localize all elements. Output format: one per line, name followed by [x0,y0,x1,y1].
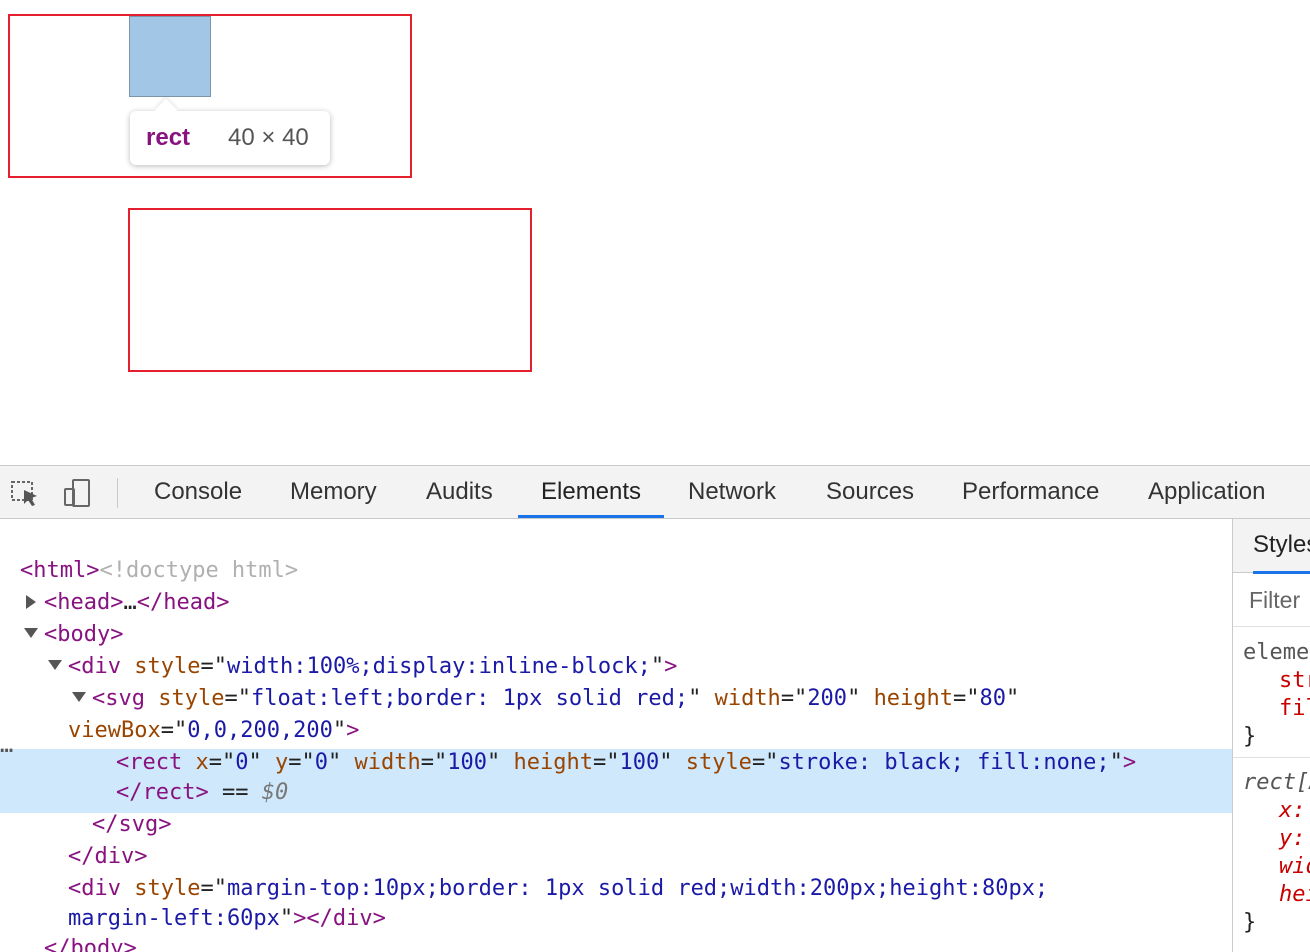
tab-console[interactable]: Console [131,466,265,518]
tab-sources[interactable]: Sources [803,466,937,518]
rect-prop-width[interactable]: width: 100px; [1279,853,1310,881]
tab-styles[interactable]: Styles [1253,519,1310,574]
tab-elements[interactable]: Elements [518,466,664,518]
element-style-prop-stroke[interactable]: stroke: black; [1279,667,1310,695]
collapse-body-icon[interactable] [24,628,38,638]
filter-placeholder: Filter [1249,587,1301,613]
dom-line-div1[interactable]: <div style="width:100%;display:inline-bl… [68,651,677,683]
dom-line-svg-cont[interactable]: viewBox="0,0,200,200"> [68,715,359,747]
tab-audits[interactable]: Audits [403,466,516,518]
element-style-prop-fill[interactable]: fill: none; [1279,695,1310,723]
doctype-text: <!doctype html> [99,558,299,583]
tab-network[interactable]: Network [665,466,799,518]
rect-attributes-selector: rect[Attributes Style] { [1243,770,1310,795]
dom-line-rect-selected[interactable]: <rect x="0" y="0" width="100" height="10… [116,747,1136,779]
div-bordered-box [128,208,532,372]
dom-line-rect-close[interactable]: </rect> == $0 [116,777,288,809]
dom-line-body-close[interactable]: </body> [44,933,137,952]
device-toolbar-icon[interactable] [62,478,92,508]
element-style-close-brace: } [1243,724,1257,749]
rect-close-brace: } [1243,910,1257,935]
styles-separator [1233,757,1310,758]
element-style-selector: element.style { [1243,640,1310,665]
page-viewport: rect 40 × 40 [0,0,1310,465]
node-menu-ellipsis[interactable]: … [0,733,13,758]
rect-prop-x[interactable]: x: 0px; [1279,797,1310,825]
inspect-element-icon[interactable] [10,478,40,508]
tab-memory[interactable]: Memory [267,466,400,518]
inspected-rect-highlight [129,16,211,97]
tab-application[interactable]: Application [1125,466,1288,518]
tag-html: html [33,558,87,583]
dom-line-head[interactable]: <head>…</head> [44,587,229,619]
tab-performance[interactable]: Performance [939,466,1122,518]
console-ref: $0 [261,780,289,805]
tooltip-tag-name: rect [146,124,191,151]
dom-line-svg[interactable]: <svg style="float:left;border: 1px solid… [92,683,1019,715]
element-tooltip: rect 40 × 40 [130,98,330,165]
rect-prop-height[interactable]: height: 100px; [1279,881,1310,909]
rect-prop-y[interactable]: y: 0px; [1279,825,1310,853]
dom-line-div2[interactable]: <div style="margin-top:10px;border: 1px … [68,873,1048,905]
collapse-svg-icon[interactable] [72,692,86,702]
dom-tree: … <!doctype html> <html> <head>…</head> … [0,519,1232,952]
styles-filter-input[interactable]: Filter [1233,573,1310,627]
styles-sidebar: Styles Filter element.style { stroke: bl… [1232,519,1310,952]
collapse-div-icon[interactable] [48,660,62,670]
dom-line-html[interactable]: <html> [20,555,99,587]
styles-tab-bar: Styles [1233,519,1310,574]
toolbar-divider [117,478,118,508]
devtools-toolbar: Console Memory Audits Elements Network S… [0,465,1310,519]
dom-line-svg-close[interactable]: </svg> [92,809,172,841]
dom-line-div1-close[interactable]: </div> [68,841,148,873]
tooltip-dimensions: 40 × 40 [228,124,309,151]
collapsed-ellipsis: … [123,590,137,615]
dom-line-body[interactable]: <body> [44,619,123,651]
expand-head-icon[interactable] [26,595,36,609]
dom-line-div2-cont[interactable]: margin-left:60px"></div> [68,903,386,935]
dom-line-doctype[interactable]: <!doctype html> [20,523,298,583]
devtools-panel: Console Memory Audits Elements Network S… [0,465,1310,952]
